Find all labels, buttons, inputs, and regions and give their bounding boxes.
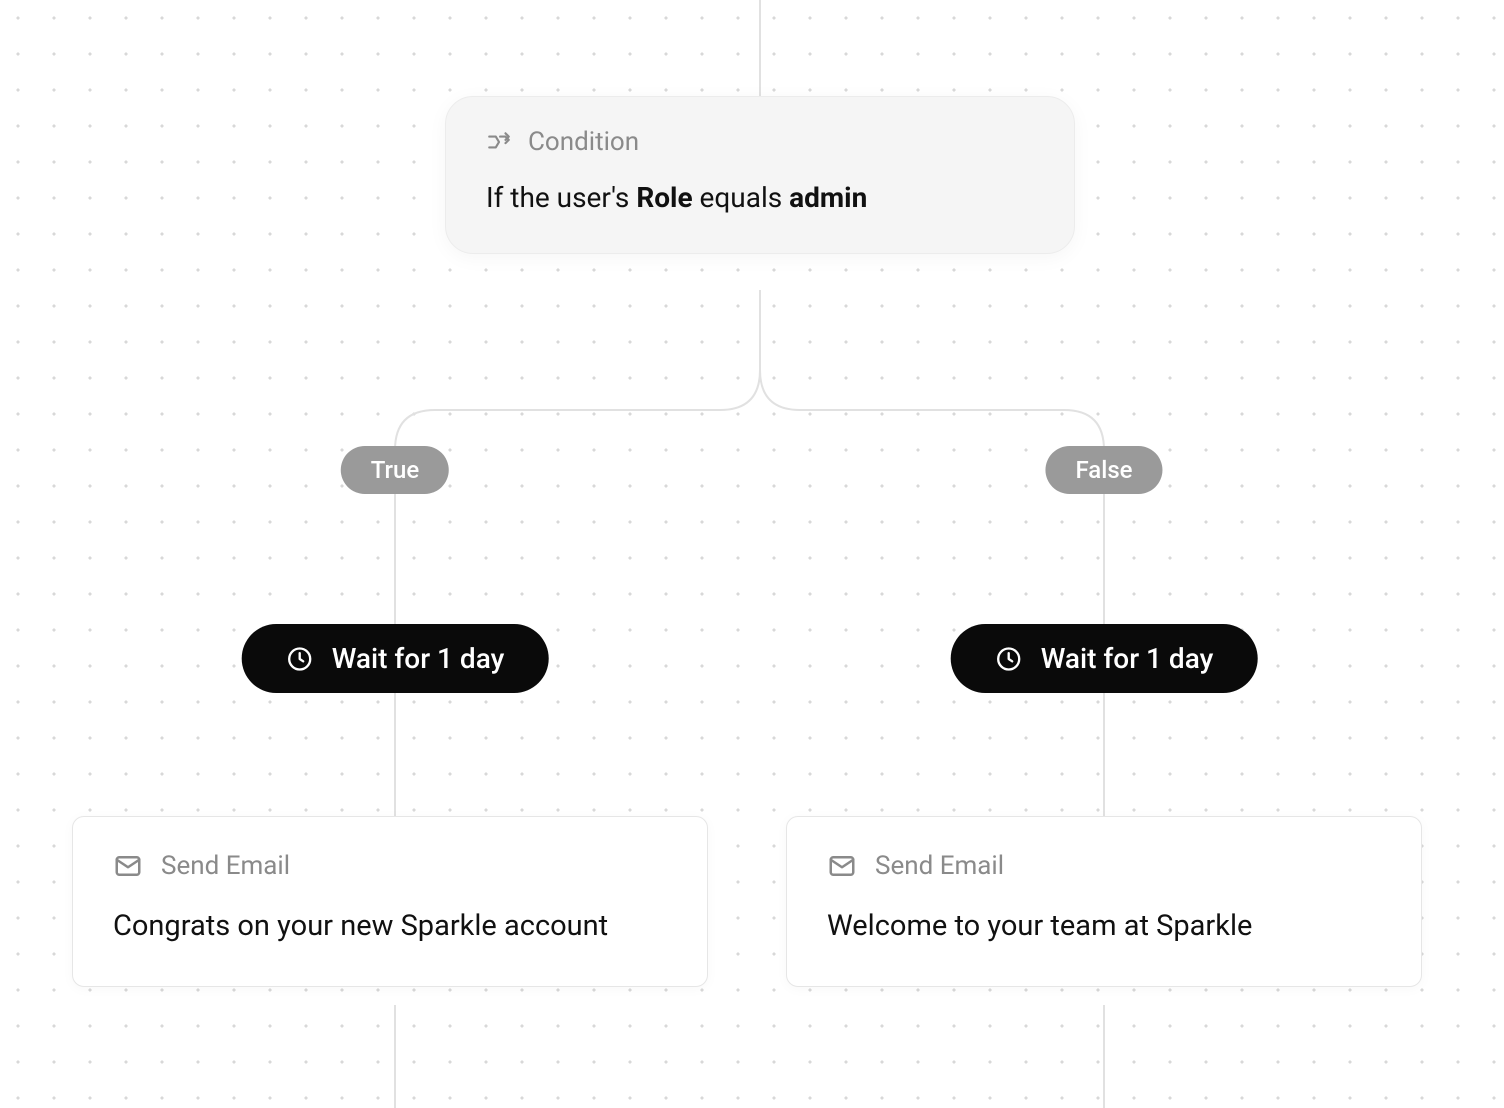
condition-value: admin [789, 181, 867, 214]
condition-operator: equals [693, 181, 790, 214]
condition-prefix: If the user's [486, 181, 636, 214]
condition-header: Condition [486, 127, 1034, 157]
email-false-type-label: Send Email [875, 851, 1004, 881]
condition-node[interactable]: Condition If the user's Role equals admi… [445, 96, 1075, 254]
condition-type-label: Condition [528, 127, 639, 157]
condition-expression: If the user's Role equals admin [486, 179, 1034, 217]
wait-node-true[interactable]: Wait for 1 day [242, 624, 549, 693]
wait-true-label: Wait for 1 day [332, 642, 505, 675]
email-true-header: Send Email [113, 851, 667, 881]
email-true-type-label: Send Email [161, 851, 290, 881]
wait-false-label: Wait for 1 day [1041, 642, 1214, 675]
clock-icon [286, 645, 314, 673]
condition-field: Role [636, 181, 692, 214]
email-false-subject: Welcome to your team at Sparkle [827, 907, 1381, 946]
email-true-subject: Congrats on your new Sparkle account [113, 907, 667, 946]
wait-node-false[interactable]: Wait for 1 day [951, 624, 1258, 693]
branch-badge-true: True [341, 446, 449, 494]
workflow-canvas[interactable]: Condition If the user's Role equals admi… [0, 0, 1504, 1108]
mail-icon [827, 851, 857, 881]
branch-badge-false: False [1045, 446, 1162, 494]
mail-icon [113, 851, 143, 881]
clock-icon [995, 645, 1023, 673]
branch-icon [486, 129, 512, 155]
email-node-false[interactable]: Send Email Welcome to your team at Spark… [786, 816, 1422, 987]
branch-false-label: False [1075, 456, 1132, 484]
email-node-true[interactable]: Send Email Congrats on your new Sparkle … [72, 816, 708, 987]
branch-true-label: True [371, 456, 419, 484]
email-false-header: Send Email [827, 851, 1381, 881]
